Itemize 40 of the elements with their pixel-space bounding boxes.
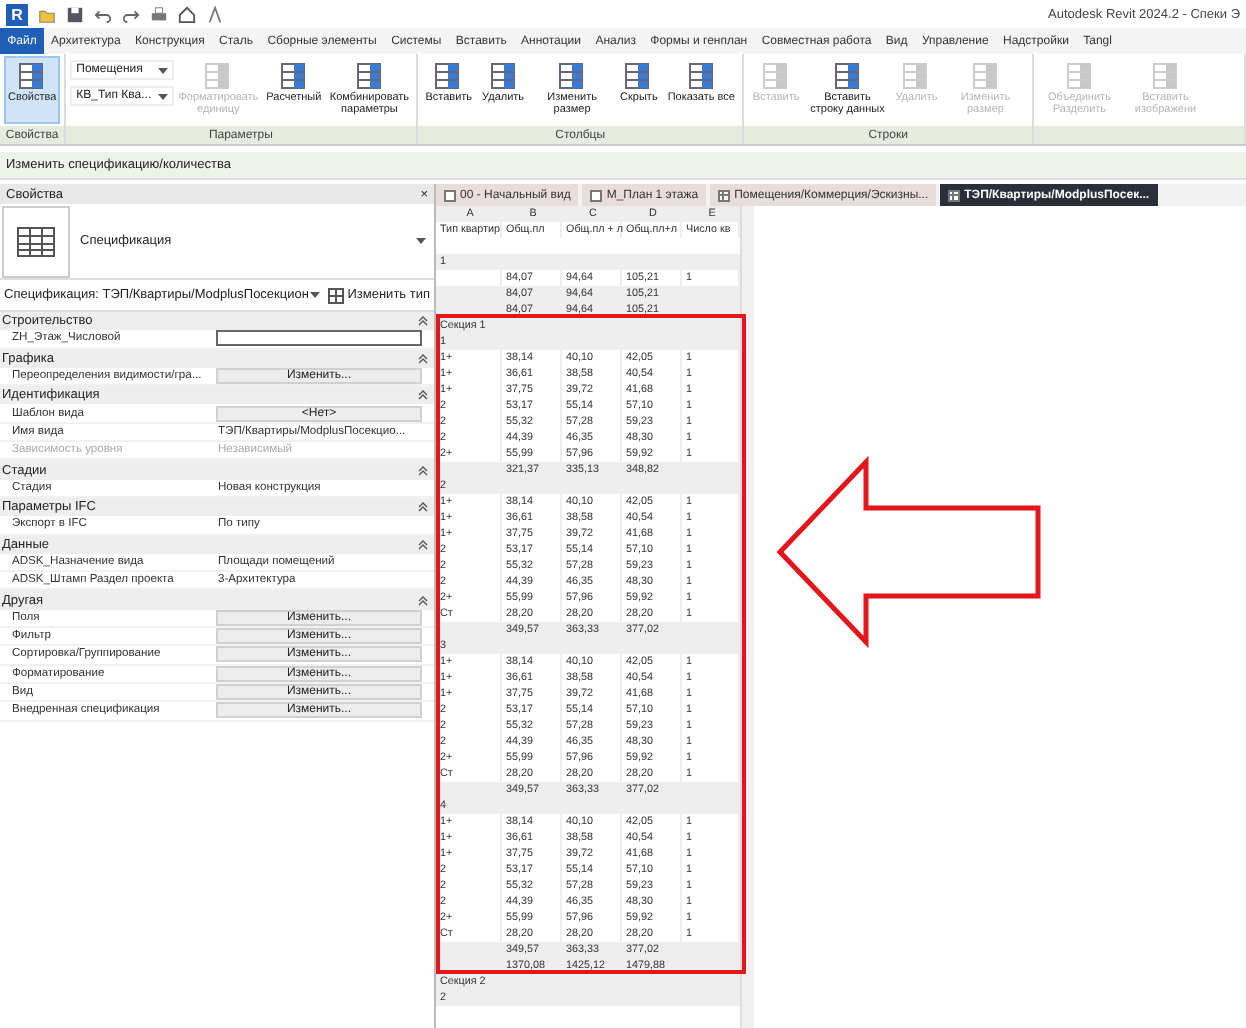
- columns-icon: [432, 62, 465, 90]
- grid-icon: [760, 62, 793, 90]
- collapse-icon[interactable]: [418, 353, 428, 364]
- columns-icon: [202, 62, 235, 90]
- redo-icon: [122, 5, 140, 23]
- form-icon: [1063, 62, 1096, 90]
- columns-icon: [685, 62, 718, 90]
- app-logo[interactable]: R: [6, 3, 28, 25]
- input-field[interactable]: [216, 330, 422, 347]
- caret-icon: [309, 292, 320, 298]
- caret-icon: [158, 67, 169, 73]
- caret-icon: [158, 93, 169, 99]
- table-icon: [1149, 62, 1182, 90]
- form-icon: [831, 62, 864, 90]
- grid-icon: [487, 62, 520, 90]
- schedule-type-icon: [2, 205, 70, 277]
- form-icon: [16, 62, 49, 90]
- collapse-icon[interactable]: [418, 316, 428, 327]
- table-icon: [900, 62, 933, 90]
- collapse-icon[interactable]: [418, 539, 428, 550]
- save-icon: [66, 5, 84, 23]
- table-icon: [622, 62, 655, 90]
- form-icon: [556, 62, 589, 90]
- collapse-icon[interactable]: [418, 390, 428, 401]
- folder-icon: [38, 5, 56, 23]
- caret-icon: [416, 238, 426, 244]
- collapse-icon[interactable]: [418, 502, 428, 513]
- form-icon: [353, 62, 386, 90]
- edit-type-icon: [327, 287, 344, 303]
- table-icon: [948, 189, 961, 201]
- columns-icon: [969, 62, 1002, 90]
- undo-icon: [94, 5, 112, 23]
- collapse-icon[interactable]: [418, 465, 428, 476]
- home-icon: [178, 5, 196, 23]
- print-icon: [150, 5, 168, 23]
- sheet-icon: [444, 189, 456, 201]
- table-icon: [718, 189, 731, 201]
- grid-icon: [277, 62, 310, 90]
- sheet-icon: [590, 189, 603, 201]
- collapse-icon[interactable]: [418, 595, 428, 606]
